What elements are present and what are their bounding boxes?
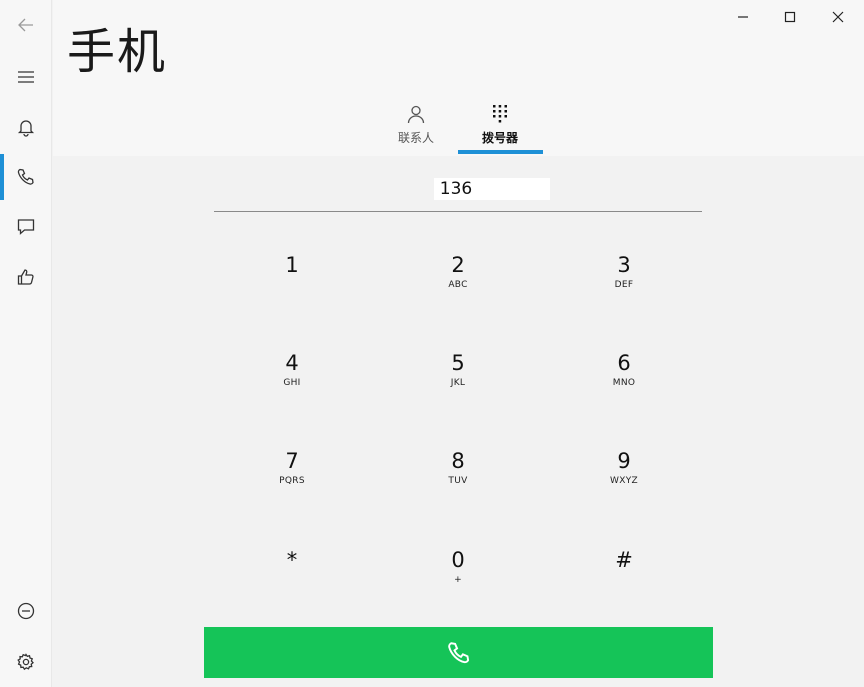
phone-icon bbox=[447, 641, 469, 663]
key-digit: 4 bbox=[285, 351, 299, 375]
header: 手机 bbox=[53, 0, 864, 156]
page-title: 手机 bbox=[67, 24, 168, 80]
key-digit: 1 bbox=[285, 253, 299, 277]
key-9[interactable]: 9 WXYZ bbox=[564, 449, 684, 519]
key-letters: TUV bbox=[448, 476, 468, 486]
tab-dialer-label: 拨号器 bbox=[481, 131, 518, 145]
key-letters: MNO bbox=[612, 378, 636, 388]
key-letters: DEF bbox=[614, 280, 634, 290]
call-button[interactable] bbox=[204, 627, 713, 678]
maximize-icon bbox=[784, 11, 796, 23]
do-not-disturb-button[interactable] bbox=[0, 586, 52, 636]
close-button[interactable] bbox=[815, 0, 861, 34]
key-letters: + bbox=[454, 575, 462, 585]
minus-circle-icon bbox=[17, 602, 35, 620]
key-5[interactable]: 5 JKL bbox=[398, 351, 518, 421]
key-1[interactable]: 1 bbox=[232, 253, 352, 323]
key-8[interactable]: 8 TUV bbox=[398, 449, 518, 519]
key-letters: PQRS bbox=[279, 476, 305, 486]
phone-number-field[interactable]: 136 bbox=[214, 166, 702, 212]
feedback-button[interactable] bbox=[0, 252, 52, 302]
key-hash[interactable]: # bbox=[564, 548, 684, 618]
key-7[interactable]: 7 PQRS bbox=[232, 449, 352, 519]
messages-button[interactable] bbox=[0, 202, 52, 252]
key-letters: GHI bbox=[283, 378, 301, 388]
tab-contacts-label: 联系人 bbox=[397, 131, 434, 145]
sidebar bbox=[0, 0, 52, 687]
menu-icon bbox=[18, 71, 34, 83]
key-digit: # bbox=[615, 548, 633, 572]
notifications-button[interactable] bbox=[0, 102, 52, 152]
key-0[interactable]: 0 + bbox=[398, 548, 518, 618]
key-digit: * bbox=[286, 548, 298, 572]
key-digit: 3 bbox=[617, 253, 631, 277]
key-letters: ABC bbox=[448, 280, 468, 290]
minimize-button[interactable] bbox=[720, 0, 766, 34]
key-digit: 5 bbox=[451, 351, 465, 375]
message-icon bbox=[17, 219, 35, 235]
key-digit: 9 bbox=[617, 449, 631, 473]
key-2[interactable]: 2 ABC bbox=[398, 253, 518, 323]
settings-button[interactable] bbox=[0, 637, 52, 687]
bell-icon bbox=[17, 120, 35, 137]
tab-contacts[interactable]: 联系人 bbox=[388, 100, 444, 156]
close-icon bbox=[832, 11, 844, 23]
gear-icon bbox=[17, 653, 34, 671]
thumbs-up-icon bbox=[17, 269, 34, 285]
key-digit: 2 bbox=[451, 253, 465, 277]
key-digit: 8 bbox=[451, 449, 465, 473]
back-button[interactable] bbox=[0, 0, 52, 50]
key-letters: WXYZ bbox=[610, 476, 638, 486]
phone-number-text: 136 bbox=[433, 177, 551, 200]
key-digit: 7 bbox=[285, 449, 299, 473]
key-6[interactable]: 6 MNO bbox=[564, 351, 684, 421]
back-arrow-icon bbox=[18, 18, 33, 32]
key-letters: JKL bbox=[450, 378, 466, 388]
key-digit: 6 bbox=[617, 351, 631, 375]
selected-tab-indicator bbox=[458, 150, 543, 154]
maximize-button[interactable] bbox=[767, 0, 813, 34]
menu-button[interactable] bbox=[0, 52, 52, 102]
key-digit: 0 bbox=[451, 548, 465, 572]
person-icon bbox=[407, 105, 425, 124]
minimize-icon bbox=[738, 16, 748, 18]
key-3[interactable]: 3 DEF bbox=[564, 253, 684, 323]
calls-button[interactable] bbox=[0, 152, 52, 202]
phone-icon bbox=[17, 168, 34, 185]
tab-dialer[interactable]: 拨号器 bbox=[472, 100, 528, 156]
dialpad-icon bbox=[493, 105, 507, 123]
key-4[interactable]: 4 GHI bbox=[232, 351, 352, 421]
key-star[interactable]: * bbox=[232, 548, 352, 618]
